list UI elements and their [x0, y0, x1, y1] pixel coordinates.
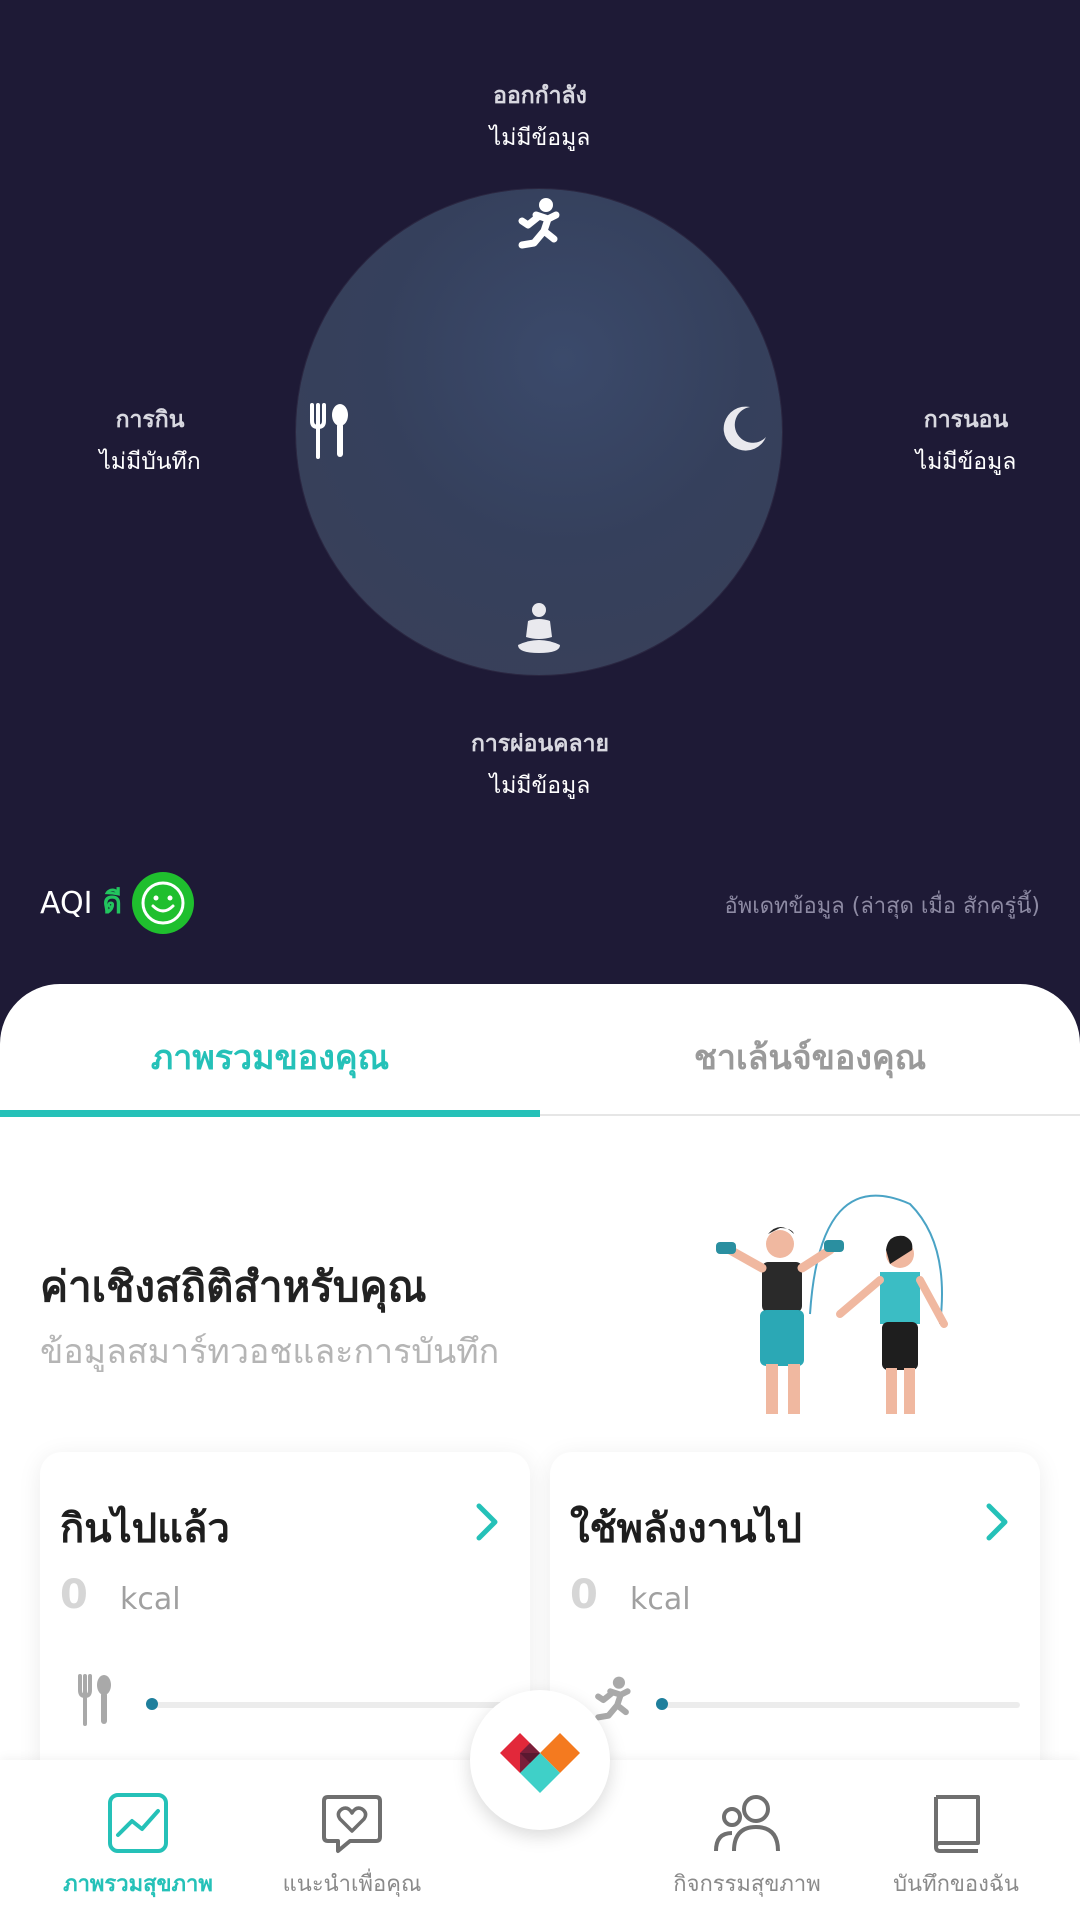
progress-track — [660, 1702, 1020, 1708]
eating-label: การกิน — [115, 407, 185, 433]
tab-bar: ภาพรวมของคุณ ชาเล้นจ์ของคุณ — [0, 984, 1080, 1117]
nav-health-overview[interactable]: ภาพรวมสุขภาพ — [38, 1788, 238, 1901]
nav-label: ภาพรวมสุขภาพ — [63, 1872, 213, 1897]
aqi-label: AQI — [40, 885, 93, 921]
card-title: ใช้พลังงานไป — [570, 1506, 802, 1552]
progress-track — [150, 1702, 510, 1708]
sleep-metric[interactable]: การนอน ไม่มีข้อมูล — [866, 402, 1066, 480]
eating-metric[interactable]: การกิน ไม่มีบันทึก — [50, 402, 250, 480]
nav-activities[interactable]: กิจกรรมสุขภาพ — [647, 1788, 847, 1901]
exercise-illustration — [700, 1184, 1000, 1434]
meditation-icon — [514, 601, 564, 661]
update-status: อัพเดทข้อมูล (ล่าสุด เมื่อ สักครู่นี้) — [724, 894, 1040, 919]
people-icon — [647, 1788, 847, 1858]
exercise-label: ออกกำลัง — [493, 83, 587, 109]
moon-icon — [720, 403, 770, 457]
nav-label: บันทึกของฉัน — [893, 1872, 1019, 1897]
active-tab-indicator — [0, 1110, 540, 1117]
sleep-label: การนอน — [923, 407, 1009, 433]
tab-challenge[interactable]: ชาเล้นจ์ของคุณ — [540, 1030, 1080, 1084]
card-value: 0 — [570, 1572, 598, 1618]
center-logo-button[interactable] — [470, 1690, 610, 1830]
chart-icon — [38, 1788, 238, 1858]
card-unit: kcal — [630, 1582, 691, 1617]
health-dashboard-header: ออกกำลัง ไม่มีข้อมูล การกิน ไม่มีบันทึก … — [0, 0, 1080, 1000]
relax-metric[interactable]: การผ่อนคลาย ไม่มีข้อมูล — [420, 726, 660, 804]
progress-dot — [146, 1698, 158, 1710]
fork-spoon-icon — [76, 1674, 116, 1730]
chevron-right-icon[interactable] — [984, 1502, 1010, 1546]
aqi-indicator[interactable]: AQI ดี — [40, 872, 194, 934]
exercise-value: ไม่มีข้อมูล — [489, 125, 591, 151]
book-icon — [856, 1788, 1056, 1858]
card-value: 0 — [60, 1572, 88, 1618]
health-ring[interactable] — [296, 189, 782, 675]
eating-value: ไม่มีบันทึก — [99, 449, 201, 475]
chevron-right-icon[interactable] — [474, 1502, 500, 1546]
relax-label: การผ่อนคลาย — [470, 731, 610, 757]
stats-subtitle: ข้อมูลสมาร์ทวอชและการบันทึก — [40, 1332, 500, 1372]
sleep-value: ไม่มีข้อมูล — [915, 449, 1017, 475]
aqi-status: ดี — [102, 885, 122, 921]
logo-icon — [490, 1713, 590, 1807]
heart-chat-icon — [252, 1788, 452, 1858]
nav-recommend[interactable]: แนะนำเพื่อคุณ — [252, 1788, 452, 1901]
nav-my-notes[interactable]: บันทึกของฉัน — [856, 1788, 1056, 1901]
exercise-metric[interactable]: ออกกำลัง ไม่มีข้อมูล — [440, 78, 640, 156]
stats-title: ค่าเชิงสถิติสำหรับคุณ — [40, 1262, 427, 1311]
fork-spoon-icon — [308, 403, 354, 463]
tab-overview[interactable]: ภาพรวมของคุณ — [0, 1030, 540, 1084]
relax-value: ไม่มีข้อมูล — [489, 773, 591, 799]
nav-label: กิจกรรมสุขภาพ — [673, 1872, 821, 1897]
running-icon — [508, 195, 568, 259]
progress-dot — [656, 1698, 668, 1710]
card-title: กินไปแล้ว — [60, 1506, 230, 1552]
smiley-icon — [131, 872, 194, 934]
nav-label: แนะนำเพื่อคุณ — [282, 1872, 422, 1897]
card-unit: kcal — [120, 1582, 181, 1617]
